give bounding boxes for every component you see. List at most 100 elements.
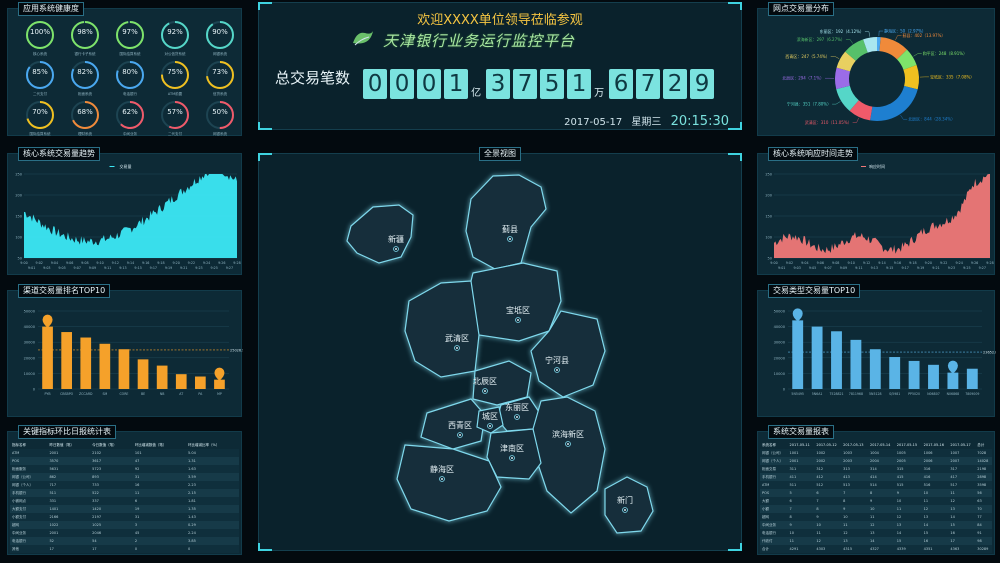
- table-cell: 0: [186, 545, 239, 553]
- table-cell: 10: [814, 521, 842, 529]
- x-tick-label: AT: [179, 392, 183, 396]
- x-tick-label: 9:01: [778, 266, 785, 270]
- table-row[interactable]: ATM 511 512 513 514 515 516 517 3598: [760, 481, 992, 489]
- map-region-jinnan[interactable]: [486, 428, 542, 480]
- table-row[interactable]: 网银（公司） 1001 1002 1003 1004 1005 1006 1007 7028: [760, 449, 992, 457]
- table-row[interactable]: 小额 7 8 9 10 11 12 13 70: [760, 505, 992, 513]
- table-row[interactable]: 网银（个人） 2001 2002 2003 2004 2005 2006 2007 14028: [760, 457, 992, 465]
- table-cell: 9: [814, 513, 842, 521]
- gauge-value: 90%: [212, 28, 228, 36]
- map-region-xinjiang[interactable]: [346, 204, 414, 264]
- bar: [889, 357, 901, 389]
- table-cell: 52: [47, 537, 91, 545]
- table-cell: 17: [90, 545, 133, 553]
- counter-digit: 1: [567, 69, 592, 99]
- table-row[interactable]: POS 3570 3617 47 1.31: [10, 457, 239, 465]
- x-tick-label: 9:28: [233, 261, 240, 265]
- table-cell: 1004: [867, 449, 895, 457]
- x-tick-label: N06868: [947, 392, 960, 396]
- table-cell: 7: [814, 497, 842, 505]
- table-row[interactable]: 超网 1022 1025 3 0.29: [10, 521, 239, 529]
- table-row[interactable]: 中间业务 2001 2046 45 2.24: [10, 529, 239, 537]
- health-gauge[interactable]: 70% 国际结算系统: [20, 99, 60, 137]
- x-tick-label: NB: [160, 392, 165, 396]
- health-gauge[interactable]: 98% 银行卡子系统: [65, 19, 105, 57]
- table-cell: 54: [90, 537, 133, 545]
- table-row[interactable]: 大额支付 1401 1420 19 1.35: [10, 505, 239, 513]
- table-cell: 92: [132, 465, 187, 473]
- x-tick-label: 9:15: [134, 266, 141, 270]
- x-tick-label: 9:14: [878, 261, 885, 265]
- bar: [831, 331, 842, 389]
- table-cell: 2003: [841, 457, 868, 465]
- table-cell: 84: [975, 521, 992, 529]
- network-pie-chart: 静海区：50（2.97%）蓟县：402（13.97%）和平区：248（8.91%…: [782, 28, 974, 125]
- bar: [908, 360, 920, 389]
- table-row[interactable]: 网银（公司） 862 893 31 3.59: [10, 473, 239, 481]
- table-row[interactable]: 超网 8 9 10 11 12 13 14 77: [760, 513, 992, 521]
- y-tick-label: 50: [18, 257, 22, 261]
- table-row[interactable]: 电话银行 52 54 2 3.85: [10, 537, 239, 545]
- health-gauge[interactable]: 62% 中间业务: [110, 99, 150, 137]
- x-tick-label: 5N6A1: [812, 392, 823, 396]
- map-region-jixian[interactable]: [465, 174, 547, 270]
- table-cell: 2898: [975, 473, 992, 481]
- table-cell: 2198: [975, 465, 992, 473]
- table-cell: 513: [841, 481, 868, 489]
- health-gauge[interactable]: 75% ATM前置: [155, 59, 195, 97]
- health-gauge[interactable]: 85% 二代支付: [20, 59, 60, 97]
- table-row[interactable]: 代收付 11 12 13 14 15 16 17 98: [760, 537, 992, 545]
- y-tick-label: 150: [15, 215, 22, 219]
- bar: [214, 379, 225, 389]
- table-cell: 517: [948, 481, 976, 489]
- table-row[interactable]: 柜面交易 311 312 313 314 315 316 317 2198: [760, 465, 992, 473]
- table-cell: 77: [975, 513, 992, 521]
- map-region-jinghai[interactable]: [396, 444, 502, 522]
- health-gauge[interactable]: 50% 网银系统: [200, 99, 240, 137]
- table-row[interactable]: 小微网点 331 337 6 1.81: [10, 497, 239, 505]
- health-gauge[interactable]: 90% 网银系统: [200, 19, 240, 57]
- health-gauge[interactable]: 68% 理财系统: [65, 99, 105, 137]
- map-region-baodi[interactable]: [465, 262, 562, 342]
- table-cell: 7028: [975, 449, 992, 457]
- health-gauge[interactable]: 97% 国际结算系统: [110, 19, 150, 57]
- map-district-label: 东丽区: [505, 402, 529, 412]
- table-cell: 10: [787, 529, 815, 537]
- table-cell: 5: [787, 489, 815, 497]
- table-row[interactable]: 手机银行 511 522 11 2.15: [10, 489, 239, 497]
- weekday-text: 星期三: [631, 117, 662, 128]
- table-cell: 6: [132, 497, 187, 505]
- map-point-icon: [489, 425, 491, 427]
- table-row[interactable]: ATM 2001 2102 101 5.04: [10, 449, 239, 457]
- health-gauge[interactable]: 73% 信贷系统: [200, 59, 240, 97]
- map-region-xinmen[interactable]: [604, 476, 654, 534]
- table-row[interactable]: 大额 6 7 8 9 10 11 12 63: [760, 497, 992, 505]
- x-tick-label: BE: [141, 392, 145, 396]
- table-row[interactable]: 手机银行 411 412 413 414 415 416 417 2898: [760, 473, 992, 481]
- table-row[interactable]: POS 5 6 7 8 9 10 11 56: [760, 489, 992, 497]
- table-row[interactable]: 电话银行 10 11 12 13 14 15 16 91: [760, 529, 992, 537]
- health-gauge[interactable]: 92% 对公信贷系统: [155, 19, 195, 57]
- table-row[interactable]: 网银（个人） 717 733 16 2.23: [10, 481, 239, 489]
- map-region-wuqing[interactable]: [404, 280, 480, 378]
- y-tick-label: 40000: [774, 325, 786, 329]
- table-row[interactable]: 中间业务 9 10 11 12 13 14 15 84: [760, 521, 992, 529]
- health-gauge[interactable]: 80% 电话银行: [110, 59, 150, 97]
- map-region-binhai[interactable]: [532, 396, 606, 514]
- report-panel: 系统交易量报表 系统名称 2017-05-11 2017-05-12 2017-05-…: [757, 425, 995, 555]
- table-row[interactable]: 小额支付 2166 2197 31 1.43: [10, 513, 239, 521]
- health-gauge[interactable]: 57% 二代支付: [155, 99, 195, 137]
- map-district-label: 滨海新区: [552, 429, 584, 439]
- legend-label: 响应时间: [869, 163, 885, 169]
- table-row[interactable]: 合计 4291 4303 4315 4327 4339 4351 4363 30289: [760, 545, 992, 553]
- table-cell: 2.15: [186, 489, 239, 497]
- table-cell: 11: [814, 529, 842, 537]
- tianjin-map[interactable]: 新疆 蓟县宝坻区武清区宁河县北辰区东丽区西青区 城区滨海新区津南区静海区新门: [259, 154, 743, 552]
- table-row[interactable]: 柜面服务 5631 5723 92 1.63: [10, 465, 239, 473]
- x-tick-label: 9:12: [863, 261, 870, 265]
- x-tick-label: 9:22: [188, 261, 195, 265]
- health-gauge[interactable]: 82% 柜面系统: [65, 59, 105, 97]
- table-cell: 14028: [975, 457, 992, 465]
- table-row[interactable]: 其他 17 17 0 0: [10, 545, 239, 553]
- health-gauge[interactable]: 100% 核心系统: [20, 19, 60, 57]
